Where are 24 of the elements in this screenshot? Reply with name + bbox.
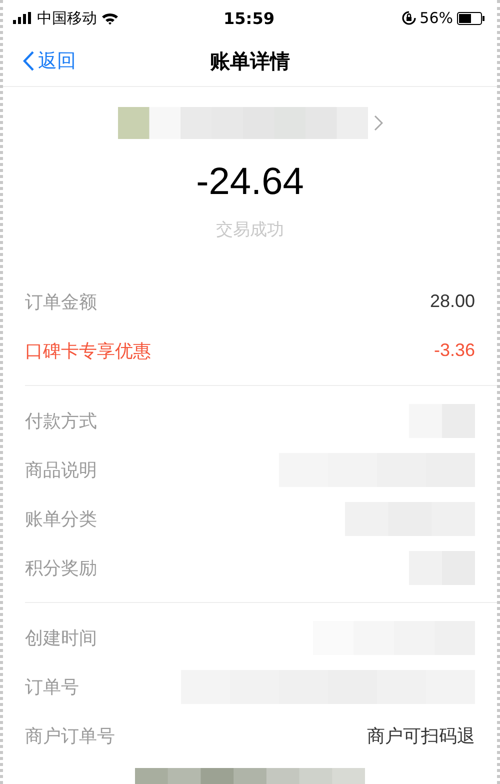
clock-time: 15:59 bbox=[224, 8, 274, 28]
page-title: 账单详情 bbox=[210, 48, 290, 74]
field-value: -3.36 bbox=[434, 340, 475, 361]
field-label: 订单金额 bbox=[25, 290, 97, 314]
field-label: 商品说明 bbox=[25, 458, 97, 482]
field-label: 订单号 bbox=[25, 676, 79, 698]
chevron-right-icon[interactable] bbox=[374, 115, 382, 131]
field-label: 创建时间 bbox=[25, 626, 97, 650]
signal-icon bbox=[13, 12, 33, 24]
chevron-left-icon bbox=[23, 51, 34, 71]
field-label: 付款方式 bbox=[25, 410, 97, 432]
field-label: 商户订单号 bbox=[25, 724, 115, 748]
back-button[interactable]: 返回 bbox=[3, 47, 82, 75]
carrier-name: 中国移动 bbox=[37, 8, 97, 28]
rotation-lock-icon bbox=[402, 11, 416, 25]
wifi-icon bbox=[101, 12, 119, 24]
amount: -24.64 bbox=[195, 161, 305, 204]
field-value: 商户可扫码退 bbox=[367, 724, 475, 748]
field-label: 积分奖励 bbox=[25, 556, 97, 580]
field-label: 口碑卡专享优惠 bbox=[25, 340, 151, 362]
battery-percent: 56% bbox=[420, 9, 453, 27]
field-label: 账单分类 bbox=[25, 508, 97, 530]
field-value: 28.00 bbox=[430, 291, 475, 312]
battery-icon bbox=[457, 12, 485, 24]
